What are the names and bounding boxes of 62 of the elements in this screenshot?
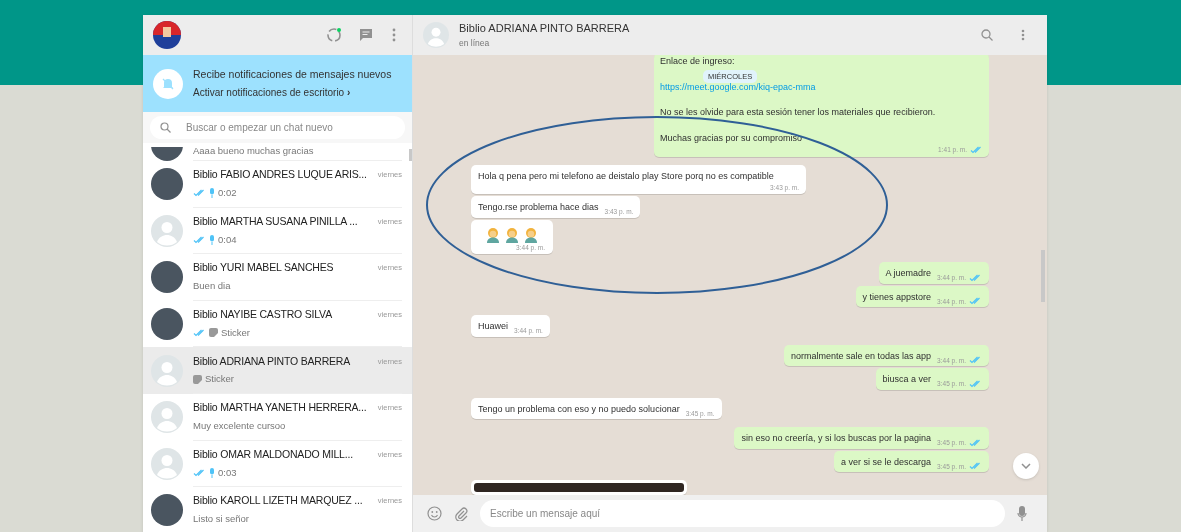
- message-preview: Listo si señor: [193, 512, 249, 527]
- message-text: Tengo.rse problema hace dias: [478, 201, 599, 214]
- attachment-icon[interactable]: [454, 506, 468, 521]
- message-preview: 0:03: [218, 465, 237, 480]
- contact-name: Biblio YURI MABEL SANCHES: [193, 260, 334, 276]
- read-receipt-icon: [193, 189, 206, 198]
- message-preview: 0:04: [218, 232, 237, 247]
- menu-icon[interactable]: [1021, 29, 1025, 41]
- message-text: Huawei: [478, 320, 508, 334]
- scroll-down-button[interactable]: [1013, 453, 1039, 479]
- microphone-icon: [209, 234, 215, 245]
- search-field[interactable]: Buscar o empezar un chat nuevo: [150, 116, 405, 139]
- photo-placeholder[interactable]: [471, 480, 687, 495]
- person-emoji-icon: [504, 226, 520, 243]
- message-text: Tengo un problema con eso y no puedo solucionar: [478, 402, 680, 416]
- profile-logo-icon: [153, 21, 181, 49]
- message-text: a ver si se le descarga: [841, 455, 932, 469]
- contact-name: Biblio NAYIBE CASTRO SILVA: [193, 307, 332, 323]
- message-text: Muchas gracias por su compromiso: [660, 131, 804, 145]
- search-icon: [160, 122, 171, 133]
- contact-name: Biblio OMAR MALDONADO MILL...: [193, 446, 353, 462]
- message-preview: Aaaa bueno muchas gracias: [193, 144, 314, 159]
- contact-name: Biblio KAROLL LIZETH MARQUEZ ...: [193, 493, 363, 509]
- microphone-icon: [209, 188, 215, 199]
- message-text: Enlace de ingreso:: [660, 55, 736, 68]
- message-text: normalmente sale en todas las app: [791, 349, 932, 363]
- search-icon[interactable]: [981, 29, 993, 41]
- sticker-icon: [209, 328, 218, 338]
- enable-notifications-link[interactable]: Activar notificaciones de escritorio ›: [193, 85, 392, 101]
- message-text: y tienes appstore: [862, 290, 932, 304]
- default-avatar-icon: [423, 22, 449, 48]
- message-text: A juemadre: [885, 267, 932, 281]
- new-chat-icon[interactable]: [358, 27, 374, 43]
- message-text: biusca a ver: [882, 373, 932, 387]
- contact-status: en línea: [459, 36, 491, 50]
- menu-icon[interactable]: [392, 28, 396, 42]
- read-receipt-icon: [193, 328, 206, 337]
- sticker-icon: [193, 375, 202, 385]
- person-emoji-icon: [485, 226, 501, 243]
- microphone-icon[interactable]: [1017, 505, 1027, 522]
- message-preview: 0:02: [218, 186, 237, 201]
- message-text: No se les olvide para esta sesión tener los materiales que recibieron.: [660, 106, 937, 119]
- contact-name: Biblio FABIO ANDRES LUQUE ARIS...: [193, 167, 367, 183]
- message-input[interactable]: Escribe un mensaje aquí: [480, 500, 1005, 527]
- message-preview: Buen dia: [193, 279, 231, 294]
- read-receipt-icon: [193, 235, 206, 244]
- message-preview: Muy excelente cursoo: [193, 419, 286, 433]
- conversation-title: Biblio ADRIANA PINTO BARRERA: [459, 21, 631, 37]
- message-preview: Sticker: [221, 325, 251, 340]
- contact-name: Biblio MARTHA YANETH HERRERA...: [193, 400, 367, 416]
- message-text: Hola q pena pero mi telefono ae deistalo play Store porq no es compatible: [478, 169, 774, 183]
- contact-name: Biblio ADRIANA PINTO BARRERA: [193, 353, 350, 369]
- banner-title: Recibe notificaciones de mensajes nuevos: [193, 66, 392, 82]
- status-icon[interactable]: [326, 27, 342, 43]
- emoji-icon[interactable]: [427, 506, 442, 521]
- contact-name: Biblio MARTHA SUSANA PINILLA ...: [193, 213, 358, 229]
- person-emoji-icon: [523, 226, 539, 243]
- microphone-icon: [209, 467, 215, 478]
- message-preview: Sticker: [205, 372, 235, 387]
- read-receipt-icon: [193, 468, 206, 477]
- message-text: sin eso no creería, y si los buscas por la pagina: [741, 432, 932, 446]
- chevron-down-icon: [1021, 463, 1031, 469]
